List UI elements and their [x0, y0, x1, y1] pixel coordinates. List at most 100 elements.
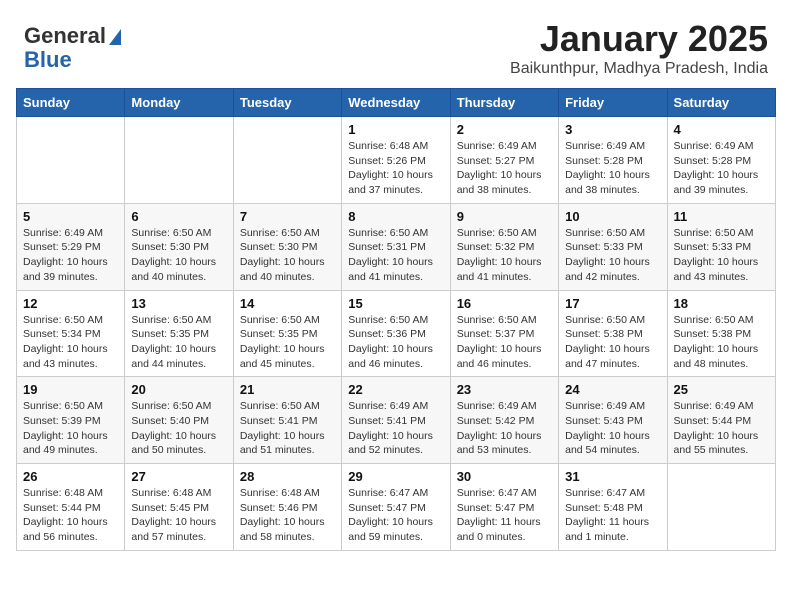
- calendar-week-row: 26 Sunrise: 6:48 AMSunset: 5:44 PMDayligh…: [17, 464, 776, 551]
- calendar-day-cell: [17, 117, 125, 204]
- calendar-day-cell: 9Sunrise: 6:50 AMSunset: 5:32 PMDaylight…: [450, 203, 558, 290]
- day-info: Sunrise: 6:50 AMSunset: 5:30 PMDaylight:…: [131, 226, 226, 285]
- title-block: January 2025 Baikunthpur, Madhya Pradesh…: [510, 18, 768, 78]
- day-info: Sunrise: 6:50 AMSunset: 5:30 PMDaylight:…: [240, 226, 335, 285]
- day-info: Sunrise: 6:50 AMSunset: 5:34 PMDaylight:…: [23, 313, 118, 372]
- day-number: 24: [565, 382, 660, 397]
- day-info: Sunrise: 6:50 AMSunset: 5:35 PMDaylight:…: [240, 313, 335, 372]
- day-number: 6: [131, 209, 226, 224]
- day-number: 2: [457, 122, 552, 137]
- day-info: Sunrise: 6:49 AMSunset: 5:41 PMDaylight:…: [348, 399, 443, 458]
- day-number: 7: [240, 209, 335, 224]
- calendar-day-cell: 26 Sunrise: 6:48 AMSunset: 5:44 PMDayligh…: [17, 464, 125, 551]
- calendar-day-cell: 31 Sunrise: 6:47 AMSunset: 5:48 PMDayligh…: [559, 464, 667, 551]
- calendar-day-cell: 11 Sunrise: 6:50 AMSunset: 5:33 PMDayligh…: [667, 203, 775, 290]
- day-number: 21: [240, 382, 335, 397]
- calendar-day-cell: 16 Sunrise: 6:50 AMSunset: 5:37 PMDayligh…: [450, 290, 558, 377]
- day-info: Sunrise: 6:50 AMSunset: 5:33 PMDaylight:…: [565, 226, 660, 285]
- day-number: 12: [23, 296, 118, 311]
- calendar-day-cell: 7 Sunrise: 6:50 AMSunset: 5:30 PMDaylight…: [233, 203, 341, 290]
- calendar-day-cell: 4 Sunrise: 6:49 AMSunset: 5:28 PMDaylight…: [667, 117, 775, 204]
- calendar-day-cell: 24 Sunrise: 6:49 AMSunset: 5:43 PMDayligh…: [559, 377, 667, 464]
- calendar-day-cell: 19Sunrise: 6:50 AMSunset: 5:39 PMDayligh…: [17, 377, 125, 464]
- day-number: 8: [348, 209, 443, 224]
- logo-general-text: General: [24, 23, 106, 48]
- calendar-day-cell: 8 Sunrise: 6:50 AMSunset: 5:31 PMDaylight…: [342, 203, 450, 290]
- calendar-day-cell: 1 Sunrise: 6:48 AMSunset: 5:26 PMDaylight…: [342, 117, 450, 204]
- calendar-day-cell: 10 Sunrise: 6:50 AMSunset: 5:33 PMDayligh…: [559, 203, 667, 290]
- calendar-day-cell: 2Sunrise: 6:49 AMSunset: 5:27 PMDaylight…: [450, 117, 558, 204]
- page-header: General Blue January 2025 Baikunthpur, M…: [0, 0, 792, 88]
- calendar-day-cell: 13 Sunrise: 6:50 AMSunset: 5:35 PMDayligh…: [125, 290, 233, 377]
- day-number: 25: [674, 382, 769, 397]
- day-info: Sunrise: 6:48 AMSunset: 5:45 PMDaylight:…: [131, 486, 226, 545]
- calendar-day-cell: 20Sunrise: 6:50 AMSunset: 5:40 PMDayligh…: [125, 377, 233, 464]
- day-info: Sunrise: 6:48 AMSunset: 5:46 PMDaylight:…: [240, 486, 335, 545]
- day-info: Sunrise: 6:50 AMSunset: 5:39 PMDaylight:…: [23, 399, 118, 458]
- day-info: Sunrise: 6:49 AMSunset: 5:43 PMDaylight:…: [565, 399, 660, 458]
- day-info: Sunrise: 6:47 AMSunset: 5:47 PMDaylight:…: [457, 486, 552, 545]
- day-info: Sunrise: 6:50 AMSunset: 5:33 PMDaylight:…: [674, 226, 769, 285]
- calendar-day-cell: 27Sunrise: 6:48 AMSunset: 5:45 PMDayligh…: [125, 464, 233, 551]
- day-info: Sunrise: 6:48 AMSunset: 5:26 PMDaylight:…: [348, 139, 443, 198]
- day-number: 18: [674, 296, 769, 311]
- calendar-day-cell: 21 Sunrise: 6:50 AMSunset: 5:41 PMDayligh…: [233, 377, 341, 464]
- calendar-day-cell: 22 Sunrise: 6:49 AMSunset: 5:41 PMDayligh…: [342, 377, 450, 464]
- day-info: Sunrise: 6:50 AMSunset: 5:36 PMDaylight:…: [348, 313, 443, 372]
- day-info: Sunrise: 6:47 AMSunset: 5:48 PMDaylight:…: [565, 486, 660, 545]
- logo: General Blue: [24, 24, 121, 72]
- day-info: Sunrise: 6:49 AMSunset: 5:29 PMDaylight:…: [23, 226, 118, 285]
- calendar-table: SundayMondayTuesdayWednesdayThursdayFrid…: [16, 88, 776, 551]
- day-number: 1: [348, 122, 443, 137]
- calendar-day-cell: 14 Sunrise: 6:50 AMSunset: 5:35 PMDayligh…: [233, 290, 341, 377]
- calendar-wrapper: SundayMondayTuesdayWednesdayThursdayFrid…: [0, 88, 792, 567]
- day-number: 17: [565, 296, 660, 311]
- calendar-week-row: 5 Sunrise: 6:49 AMSunset: 5:29 PMDaylight…: [17, 203, 776, 290]
- day-number: 13: [131, 296, 226, 311]
- weekday-header: Saturday: [667, 89, 775, 117]
- weekday-header: Wednesday: [342, 89, 450, 117]
- location-subtitle: Baikunthpur, Madhya Pradesh, India: [510, 60, 768, 78]
- calendar-day-cell: 17 Sunrise: 6:50 AMSunset: 5:38 PMDayligh…: [559, 290, 667, 377]
- calendar-day-cell: 25 Sunrise: 6:49 AMSunset: 5:44 PMDayligh…: [667, 377, 775, 464]
- weekday-header: Friday: [559, 89, 667, 117]
- day-info: Sunrise: 6:50 AMSunset: 5:38 PMDaylight:…: [674, 313, 769, 372]
- day-number: 15: [348, 296, 443, 311]
- calendar-day-cell: 12 Sunrise: 6:50 AMSunset: 5:34 PMDayligh…: [17, 290, 125, 377]
- day-info: Sunrise: 6:50 AMSunset: 5:35 PMDaylight:…: [131, 313, 226, 372]
- calendar-header: SundayMondayTuesdayWednesdayThursdayFrid…: [17, 89, 776, 117]
- day-number: 5: [23, 209, 118, 224]
- calendar-day-cell: 6 Sunrise: 6:50 AMSunset: 5:30 PMDaylight…: [125, 203, 233, 290]
- day-number: 10: [565, 209, 660, 224]
- day-number: 3: [565, 122, 660, 137]
- day-info: Sunrise: 6:50 AMSunset: 5:31 PMDaylight:…: [348, 226, 443, 285]
- day-info: Sunrise: 6:48 AMSunset: 5:44 PMDaylight:…: [23, 486, 118, 545]
- day-number: 16: [457, 296, 552, 311]
- calendar-day-cell: [233, 117, 341, 204]
- day-number: 4: [674, 122, 769, 137]
- day-number: 31: [565, 469, 660, 484]
- logo-blue-text: Blue: [24, 47, 72, 72]
- day-info: Sunrise: 6:49 AMSunset: 5:44 PMDaylight:…: [674, 399, 769, 458]
- day-number: 23: [457, 382, 552, 397]
- calendar-day-cell: 28Sunrise: 6:48 AMSunset: 5:46 PMDayligh…: [233, 464, 341, 551]
- day-number: 11: [674, 209, 769, 224]
- weekday-header: Monday: [125, 89, 233, 117]
- day-number: 26: [23, 469, 118, 484]
- day-info: Sunrise: 6:50 AMSunset: 5:37 PMDaylight:…: [457, 313, 552, 372]
- calendar-day-cell: 3Sunrise: 6:49 AMSunset: 5:28 PMDaylight…: [559, 117, 667, 204]
- day-number: 22: [348, 382, 443, 397]
- day-info: Sunrise: 6:50 AMSunset: 5:41 PMDaylight:…: [240, 399, 335, 458]
- weekday-row: SundayMondayTuesdayWednesdayThursdayFrid…: [17, 89, 776, 117]
- calendar-day-cell: 23Sunrise: 6:49 AMSunset: 5:42 PMDayligh…: [450, 377, 558, 464]
- weekday-header: Tuesday: [233, 89, 341, 117]
- day-info: Sunrise: 6:49 AMSunset: 5:28 PMDaylight:…: [674, 139, 769, 198]
- calendar-day-cell: [125, 117, 233, 204]
- month-title: January 2025: [510, 18, 768, 60]
- calendar-week-row: 19Sunrise: 6:50 AMSunset: 5:39 PMDayligh…: [17, 377, 776, 464]
- calendar-day-cell: 5 Sunrise: 6:49 AMSunset: 5:29 PMDaylight…: [17, 203, 125, 290]
- calendar-day-cell: 30Sunrise: 6:47 AMSunset: 5:47 PMDayligh…: [450, 464, 558, 551]
- day-number: 14: [240, 296, 335, 311]
- calendar-day-cell: [667, 464, 775, 551]
- day-info: Sunrise: 6:50 AMSunset: 5:38 PMDaylight:…: [565, 313, 660, 372]
